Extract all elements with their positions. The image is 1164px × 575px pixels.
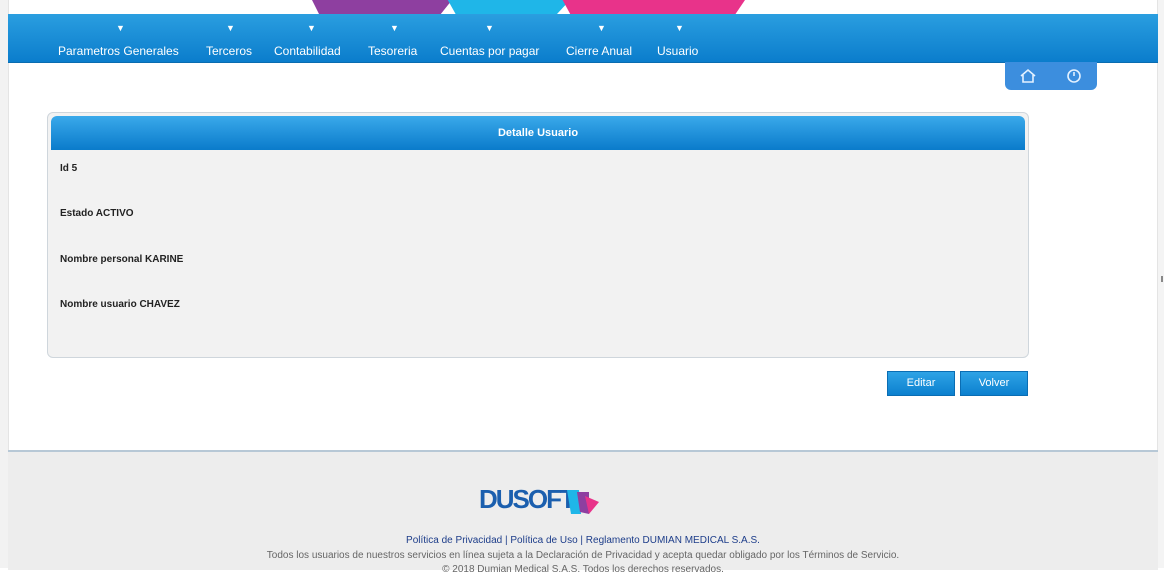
- page-footer: DUSOFT Política de Privacidad | Política…: [8, 450, 1158, 575]
- nav-label: Parametros Generales: [58, 44, 179, 58]
- user-detail-panel: Detalle Usuario Id 5 Estado ACTIVO Nombr…: [47, 112, 1029, 358]
- logo-text: DUSOFT: [479, 484, 576, 514]
- footer-copyright: © 2018 Dumian Medical S.A.S. Todos los d…: [442, 564, 724, 575]
- home-icon[interactable]: [1017, 65, 1039, 87]
- dusoft-logo: DUSOFT: [479, 480, 609, 520]
- logo-mark-icon: [567, 490, 599, 514]
- footer-links: Política de Privacidad | Política de Uso…: [8, 535, 1158, 546]
- dropdown-arrow-icon: ▼: [597, 23, 606, 33]
- field-estado: Estado ACTIVO: [60, 208, 134, 219]
- banner-shape-purple: [312, 0, 452, 14]
- nav-label: Cierre Anual: [566, 44, 633, 58]
- power-icon[interactable]: [1063, 65, 1085, 87]
- field-nombre-personal: Nombre personal KARINE: [60, 254, 184, 265]
- link-separator: |: [577, 535, 586, 546]
- scroll-thumb[interactable]: [1161, 276, 1163, 282]
- dropdown-arrow-icon: ▼: [390, 23, 399, 33]
- nav-label: Cuentas por pagar: [440, 44, 540, 58]
- privacy-policy-link[interactable]: Política de Privacidad: [406, 535, 502, 546]
- nav-label: Usuario: [657, 44, 699, 58]
- dropdown-arrow-icon: ▼: [485, 23, 494, 33]
- back-button[interactable]: Volver: [960, 371, 1028, 396]
- field-id: Id 5: [60, 163, 78, 174]
- top-banner: [0, 0, 1164, 14]
- footer-disclaimer: Todos los usuarios de nuestros servicios…: [266, 550, 900, 561]
- nav-label: Terceros: [206, 44, 253, 58]
- edit-button[interactable]: Editar: [887, 371, 955, 396]
- nav-label: Tesoreria: [368, 44, 418, 58]
- nav-label: Contabilidad: [274, 44, 341, 58]
- dropdown-arrow-icon: ▼: [675, 23, 684, 33]
- banner-shape-cyan: [447, 0, 570, 14]
- banner-shape-pink: [562, 0, 745, 14]
- dropdown-arrow-icon: ▼: [226, 23, 235, 33]
- window-scrollbar[interactable]: [1157, 0, 1164, 568]
- main-navbar: ▼ Parametros Generales ▼ Terceros ▼ Cont…: [8, 14, 1158, 63]
- dropdown-arrow-icon: ▼: [116, 23, 125, 33]
- field-nombre-usuario: Nombre usuario CHAVEZ: [60, 299, 180, 310]
- quick-actions-bar: [1005, 62, 1097, 90]
- rules-link[interactable]: Reglamento DUMIAN MEDICAL S.A.S.: [586, 535, 760, 546]
- use-policy-link[interactable]: Política de Uso: [510, 535, 577, 546]
- dropdown-arrow-icon: ▼: [307, 23, 316, 33]
- panel-title: Detalle Usuario: [51, 116, 1025, 150]
